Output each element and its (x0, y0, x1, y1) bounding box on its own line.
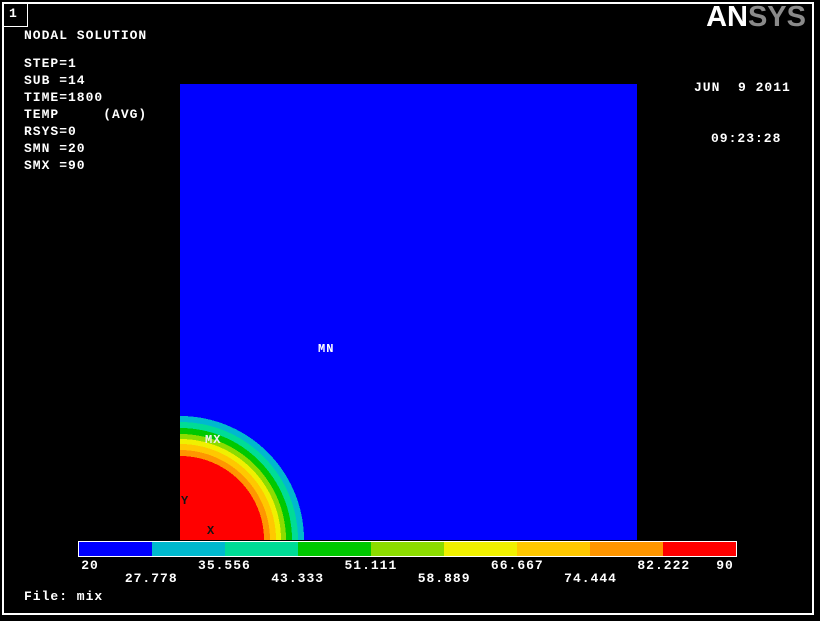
legend-color-segment (517, 542, 590, 556)
file-name-label: File: mix (24, 589, 104, 604)
legend-color-segment (444, 542, 517, 556)
ansys-logo-an: AN (706, 1, 748, 33)
legend-tick-labels: 20 27.778 35.556 43.333 51.111 58.889 66.667 74… (78, 557, 737, 587)
solution-info-line: TIME=1800 (24, 90, 104, 105)
x-axis-label: X (207, 524, 216, 538)
timestamp-block: JUN 9 2011 09:23:28 (694, 45, 791, 164)
legend-tick-label: 51.111 (344, 558, 398, 573)
window-number: 1 (9, 6, 17, 21)
solution-info-line: STEP=1 (24, 56, 77, 71)
legend-tick-label: 20 (81, 558, 99, 573)
solution-info-line: TEMP (AVG) (24, 107, 148, 122)
date-text: JUN 9 2011 (694, 80, 791, 95)
legend-tick-label: 90 (716, 558, 734, 573)
solution-info-line: SUB =14 (24, 73, 86, 88)
legend-color-segment (663, 542, 736, 556)
y-axis-label: Y (181, 494, 190, 508)
ansys-logo-sys: SYS (747, 1, 806, 33)
contour-legend: 20 27.778 35.556 43.333 51.111 58.889 66.667 74… (78, 541, 737, 587)
legend-tick-label: 35.556 (198, 558, 251, 573)
legend-color-segment (79, 542, 152, 556)
legend-tick-label: 27.778 (124, 571, 178, 586)
legend-tick-label: 66.667 (490, 558, 544, 573)
solution-info-line: SMN =20 (24, 141, 86, 156)
legend-tick-label: 82.222 (637, 558, 691, 573)
legend-color-segment (298, 542, 371, 556)
time-text: 09:23:28 (711, 131, 782, 146)
solution-info-block: NODAL SOLUTION STEP=1 SUB =14 TIME=1800 TEM… (24, 28, 147, 174)
window-number-box: 1 (4, 4, 28, 27)
ansys-logo: ANSYS (706, 3, 806, 32)
legend-color-segment (371, 542, 444, 556)
min-node-marker: MN (318, 342, 335, 356)
solution-info-line: SMX =90 (24, 158, 86, 173)
legend-color-segment (225, 542, 298, 556)
legend-color-segment (590, 542, 663, 556)
contour-plot: MN MX Y X (180, 84, 637, 540)
legend-tick-label: 74.444 (564, 571, 617, 586)
solution-info-line: RSYS=0 (24, 124, 77, 139)
legend-tick-label: 43.333 (271, 571, 325, 586)
solution-title: NODAL SOLUTION (24, 28, 148, 43)
legend-color-bar (78, 541, 737, 557)
solution-info-lines: STEP=1 SUB =14 TIME=1800 TEMP (AVG) RSYS=0 SM… (24, 55, 147, 174)
legend-tick-label: 58.889 (417, 571, 471, 586)
legend-color-segment (152, 542, 225, 556)
max-node-marker: MX (205, 433, 222, 447)
